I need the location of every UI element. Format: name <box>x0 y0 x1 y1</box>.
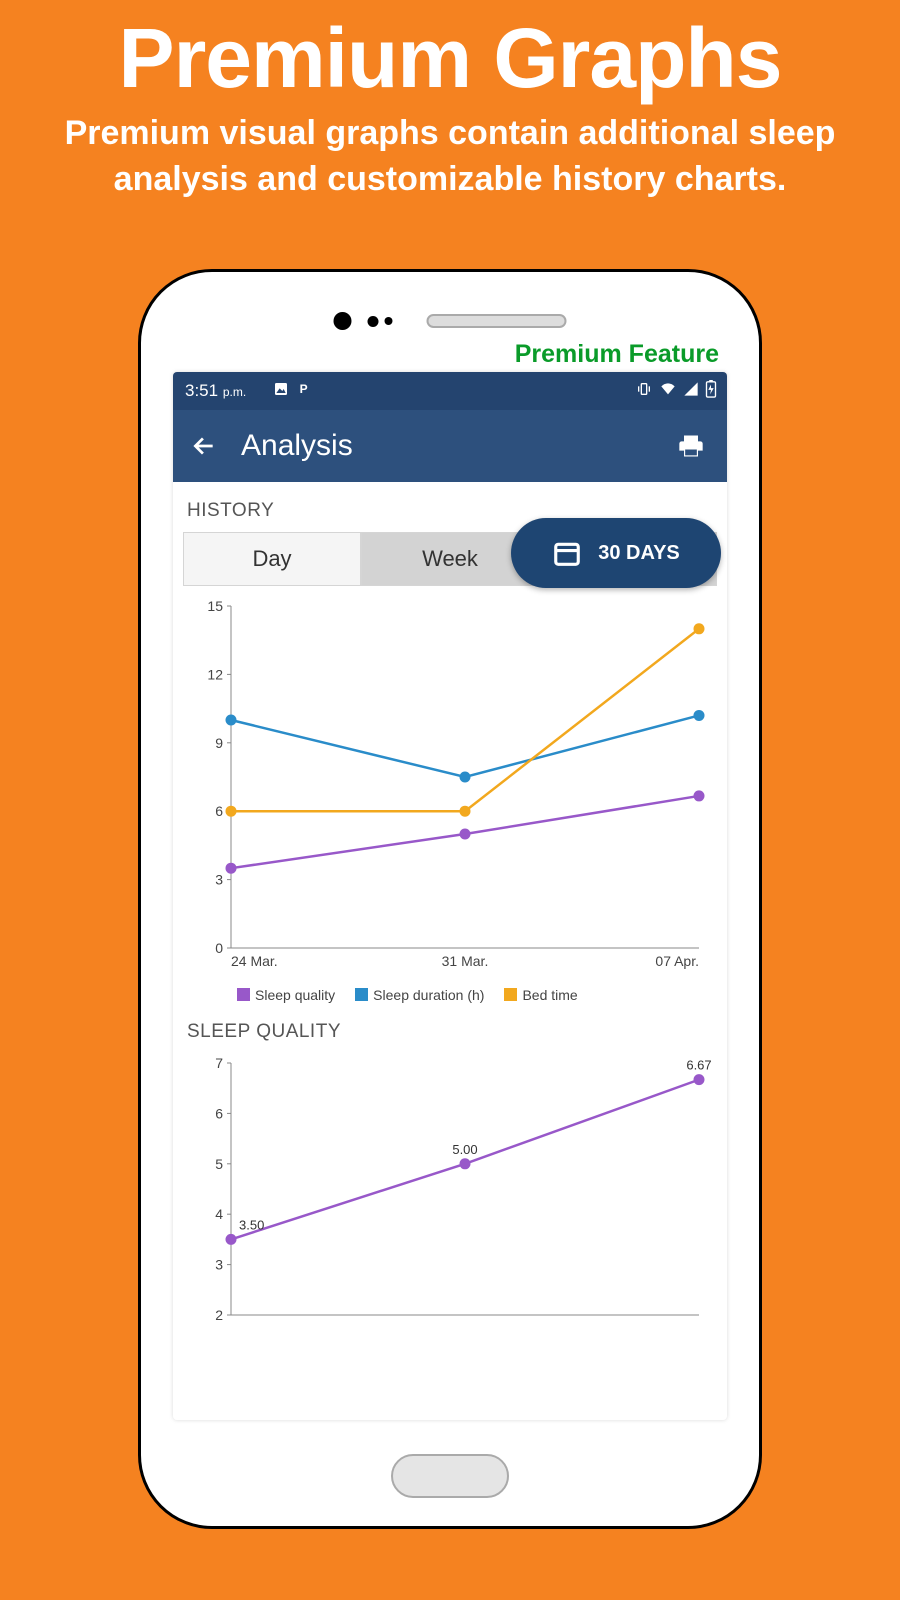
svg-text:3: 3 <box>215 872 223 888</box>
back-icon[interactable] <box>191 433 217 459</box>
svg-text:15: 15 <box>207 598 223 614</box>
svg-text:4: 4 <box>215 1206 223 1222</box>
home-button[interactable] <box>391 1454 509 1498</box>
svg-text:31 Mar.: 31 Mar. <box>442 953 489 969</box>
legend-sleep-duration: Sleep duration (h) <box>355 987 484 1003</box>
calendar-icon <box>552 538 582 568</box>
phone-screen: 3:51 p.m. P Analysis HISTORY Day Week <box>173 372 727 1420</box>
svg-text:2: 2 <box>215 1307 223 1323</box>
phone-earpiece <box>334 312 567 330</box>
parking-icon: P <box>297 381 313 397</box>
svg-text:24 Mar.: 24 Mar. <box>231 953 278 969</box>
svg-text:6: 6 <box>215 1105 223 1121</box>
content-area: HISTORY Day Week 30 DAYS 0369121524 Mar.… <box>173 482 727 1420</box>
appbar-title: Analysis <box>241 429 353 463</box>
status-left-icons: P <box>273 381 313 397</box>
svg-text:5.00: 5.00 <box>452 1142 477 1157</box>
legend-sleep-quality: Sleep quality <box>237 987 335 1003</box>
sleep-quality-chart: 2 3 4 5 6 7 3.50 5.00 6.67 <box>183 1053 717 1343</box>
svg-text:12: 12 <box>207 666 223 682</box>
svg-text:9: 9 <box>215 735 223 751</box>
tab-day[interactable]: Day <box>183 532 361 586</box>
battery-icon <box>705 380 717 398</box>
range-tabs: Day Week 30 DAYS <box>183 532 717 586</box>
image-icon <box>273 381 289 397</box>
wifi-icon <box>659 381 677 397</box>
svg-text:5: 5 <box>215 1156 223 1172</box>
print-icon[interactable] <box>677 432 705 460</box>
range-30days-pill[interactable]: 30 DAYS <box>511 518 721 588</box>
premium-feature-label: Premium Feature <box>515 340 719 369</box>
svg-text:7: 7 <box>215 1055 223 1071</box>
svg-text:3.50: 3.50 <box>239 1217 264 1232</box>
svg-text:P: P <box>300 382 308 396</box>
svg-text:0: 0 <box>215 940 223 956</box>
range-30days-label: 30 DAYS <box>598 542 680 565</box>
vibrate-icon <box>635 381 653 397</box>
svg-text:3: 3 <box>215 1257 223 1273</box>
signal-icon <box>683 381 699 397</box>
history-legend: Sleep quality Sleep duration (h) Bed tim… <box>183 981 717 1017</box>
legend-bed-time: Bed time <box>504 987 577 1003</box>
phone-frame: Premium Feature 3:51 p.m. P Analysis H <box>138 269 762 1529</box>
svg-text:6: 6 <box>215 803 223 819</box>
svg-text:07 Apr.: 07 Apr. <box>655 953 699 969</box>
history-chart: 0 3 6 9 12 15 24 Mar. 31 Mar. 07 Apr. <box>183 596 717 976</box>
status-time: 3:51 p.m. <box>185 381 246 401</box>
svg-text:6.67: 6.67 <box>686 1058 711 1073</box>
promo-subtitle: Premium visual graphs contain additional… <box>0 107 900 203</box>
sleep-quality-label: SLEEP QUALITY <box>187 1021 713 1043</box>
status-bar: 3:51 p.m. P <box>173 372 727 410</box>
app-bar: Analysis <box>173 410 727 482</box>
promo-title: Premium Graphs <box>0 0 900 107</box>
